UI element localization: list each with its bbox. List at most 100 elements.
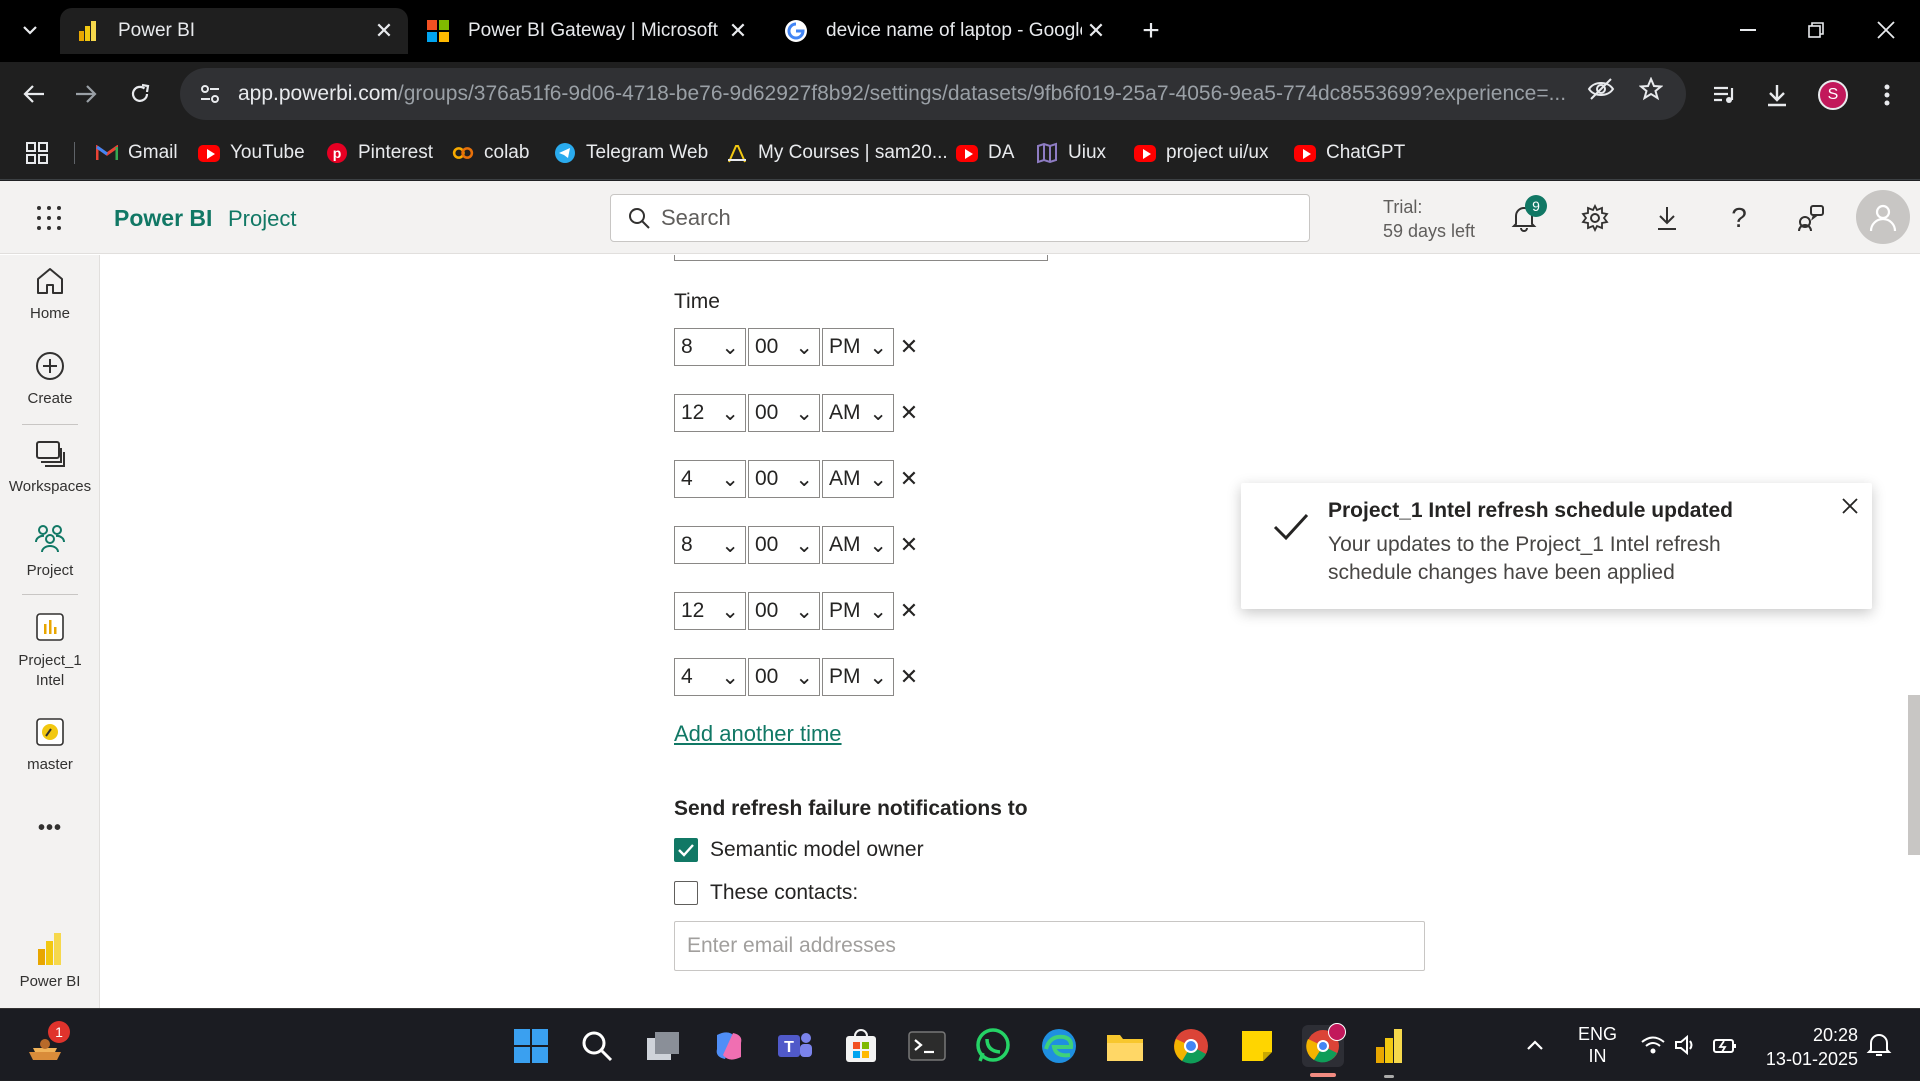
contacts-checkbox-row[interactable]: These contacts: — [674, 878, 858, 908]
ampm-select[interactable]: AM ⌄ — [822, 460, 894, 498]
microsoft-store-icon[interactable] — [840, 1025, 882, 1067]
terminal-icon[interactable] — [906, 1025, 948, 1067]
tab-power-bi-gateway[interactable]: Power BI Gateway | Microsoft Po ✕ — [410, 8, 762, 54]
site-info-icon[interactable] — [198, 82, 222, 106]
nav-create[interactable]: Create — [0, 348, 100, 407]
battery-icon[interactable] — [1712, 1009, 1738, 1081]
profile-avatar[interactable]: S — [1818, 80, 1848, 110]
email-addresses-input[interactable]: Enter email addresses — [674, 921, 1425, 971]
ampm-select[interactable]: PM ⌄ — [822, 328, 894, 366]
back-button[interactable] — [14, 74, 54, 114]
bookmark-youtube[interactable]: YouTube — [198, 138, 305, 168]
ampm-select[interactable]: AM ⌄ — [822, 526, 894, 564]
help-icon[interactable]: ? — [1722, 201, 1756, 235]
minute-select[interactable]: 00 ⌄ — [748, 394, 820, 432]
url-text[interactable]: app.powerbi.com/groups/376a51f6-9d06-471… — [238, 82, 1578, 106]
close-window-button[interactable] — [1856, 10, 1916, 50]
power-bi-taskbar-icon[interactable] — [1368, 1025, 1410, 1067]
bookmark-star-icon[interactable] — [1636, 74, 1666, 104]
owner-checkbox[interactable] — [674, 838, 698, 862]
volume-icon[interactable] — [1674, 1009, 1698, 1081]
taskbar-search-icon[interactable] — [576, 1025, 618, 1067]
tray-overflow-chevron-icon[interactable] — [1526, 1009, 1544, 1081]
minute-select[interactable]: 00 ⌄ — [748, 592, 820, 630]
minimize-button[interactable] — [1718, 10, 1778, 50]
tab-close-icon[interactable]: ✕ — [724, 17, 752, 45]
tab-search-chevron-icon[interactable] — [14, 14, 46, 46]
hour-select[interactable]: 8 ⌄ — [674, 328, 746, 366]
minute-select[interactable]: 00 ⌄ — [748, 526, 820, 564]
ampm-select[interactable]: PM ⌄ — [822, 592, 894, 630]
workspace-breadcrumb[interactable]: Project — [228, 206, 296, 232]
nav-master[interactable]: master — [0, 714, 100, 773]
bookmark-pinterest[interactable]: p Pinterest — [326, 138, 433, 168]
remove-time-icon[interactable]: ✕ — [898, 334, 920, 359]
page-scrollbar[interactable] — [1908, 695, 1920, 855]
bookmark-project-uiux[interactable]: project ui/ux — [1134, 138, 1268, 168]
user-avatar[interactable] — [1856, 190, 1910, 244]
reload-button[interactable] — [120, 74, 160, 114]
feedback-icon[interactable] — [1794, 201, 1828, 235]
nav-more-button[interactable]: ••• — [0, 817, 100, 840]
ampm-select[interactable]: AM ⌄ — [822, 394, 894, 432]
nav-project-1-intel[interactable]: Project_1 Intel — [0, 609, 100, 691]
downloads-icon[interactable] — [1762, 80, 1792, 110]
apps-grid-icon[interactable] — [26, 138, 48, 168]
nav-power-bi-home[interactable]: Power BI — [0, 931, 100, 990]
whatsapp-icon[interactable] — [972, 1025, 1014, 1067]
restore-button[interactable] — [1786, 10, 1846, 50]
remove-time-icon[interactable]: ✕ — [898, 400, 920, 425]
browser-menu-icon[interactable] — [1872, 80, 1902, 110]
bookmark-my-courses[interactable]: My Courses | sam20... — [726, 138, 948, 168]
add-another-time-link[interactable]: Add another time — [674, 721, 842, 747]
teams-icon[interactable]: T — [774, 1025, 816, 1067]
ampm-select[interactable]: PM ⌄ — [822, 658, 894, 696]
language-indicator[interactable]: ENG IN — [1578, 1009, 1617, 1081]
nav-workspaces[interactable]: Workspaces — [0, 436, 100, 495]
toast-close-icon[interactable] — [1837, 493, 1863, 519]
remove-time-icon[interactable]: ✕ — [898, 664, 920, 689]
copilot-icon[interactable] — [708, 1025, 750, 1067]
minute-select[interactable]: 00 ⌄ — [748, 460, 820, 498]
tracking-eye-off-icon[interactable] — [1586, 74, 1616, 104]
system-clock[interactable]: 20:28 13-01-2025 — [1758, 1023, 1858, 1071]
bookmark-uiux[interactable]: Uiux — [1036, 138, 1106, 168]
chrome-icon[interactable] — [1170, 1025, 1212, 1067]
hour-select[interactable]: 8 ⌄ — [674, 526, 746, 564]
remove-time-icon[interactable]: ✕ — [898, 598, 920, 623]
bookmark-telegram[interactable]: Telegram Web — [554, 138, 708, 168]
nav-home[interactable]: Home — [0, 263, 100, 322]
bookmark-colab[interactable]: colab — [452, 138, 529, 168]
sticky-notes-icon[interactable] — [1236, 1025, 1278, 1067]
windows-start-icon[interactable] — [510, 1025, 552, 1067]
bookmark-da[interactable]: DA — [956, 138, 1014, 168]
wifi-icon[interactable] — [1640, 1009, 1666, 1081]
omnibox[interactable]: app.powerbi.com/groups/376a51f6-9d06-471… — [180, 68, 1686, 120]
tab-power-bi[interactable]: Power BI ✕ — [60, 8, 408, 54]
app-launcher-icon[interactable] — [36, 205, 62, 231]
tab-close-icon[interactable]: ✕ — [1082, 17, 1110, 45]
download-icon[interactable] — [1650, 201, 1684, 235]
bookmark-chatgpt[interactable]: ChatGPT — [1294, 138, 1405, 168]
nav-project[interactable]: Project — [0, 520, 100, 579]
forward-button[interactable] — [66, 74, 106, 114]
remove-time-icon[interactable]: ✕ — [898, 532, 920, 557]
task-view-icon[interactable] — [642, 1025, 684, 1067]
file-explorer-icon[interactable] — [1104, 1025, 1146, 1067]
hour-select[interactable]: 4 ⌄ — [674, 460, 746, 498]
search-input[interactable]: Search — [610, 194, 1310, 242]
brand-title[interactable]: Power BI — [114, 205, 212, 232]
remove-time-icon[interactable]: ✕ — [898, 466, 920, 491]
tab-google-search[interactable]: device name of laptop - Google ✕ — [768, 8, 1120, 54]
edge-icon[interactable] — [1038, 1025, 1080, 1067]
hour-select[interactable]: 12 ⌄ — [674, 592, 746, 630]
tab-close-icon[interactable]: ✕ — [370, 17, 398, 45]
hour-select[interactable]: 12 ⌄ — [674, 394, 746, 432]
settings-gear-icon[interactable] — [1578, 201, 1612, 235]
owner-checkbox-row[interactable]: Semantic model owner — [674, 835, 924, 865]
notification-center-icon[interactable] — [1866, 1009, 1892, 1081]
bookmark-gmail[interactable]: Gmail — [96, 138, 178, 168]
minute-select[interactable]: 00 ⌄ — [748, 328, 820, 366]
hour-select[interactable]: 4 ⌄ — [674, 658, 746, 696]
contacts-checkbox[interactable] — [674, 881, 698, 905]
